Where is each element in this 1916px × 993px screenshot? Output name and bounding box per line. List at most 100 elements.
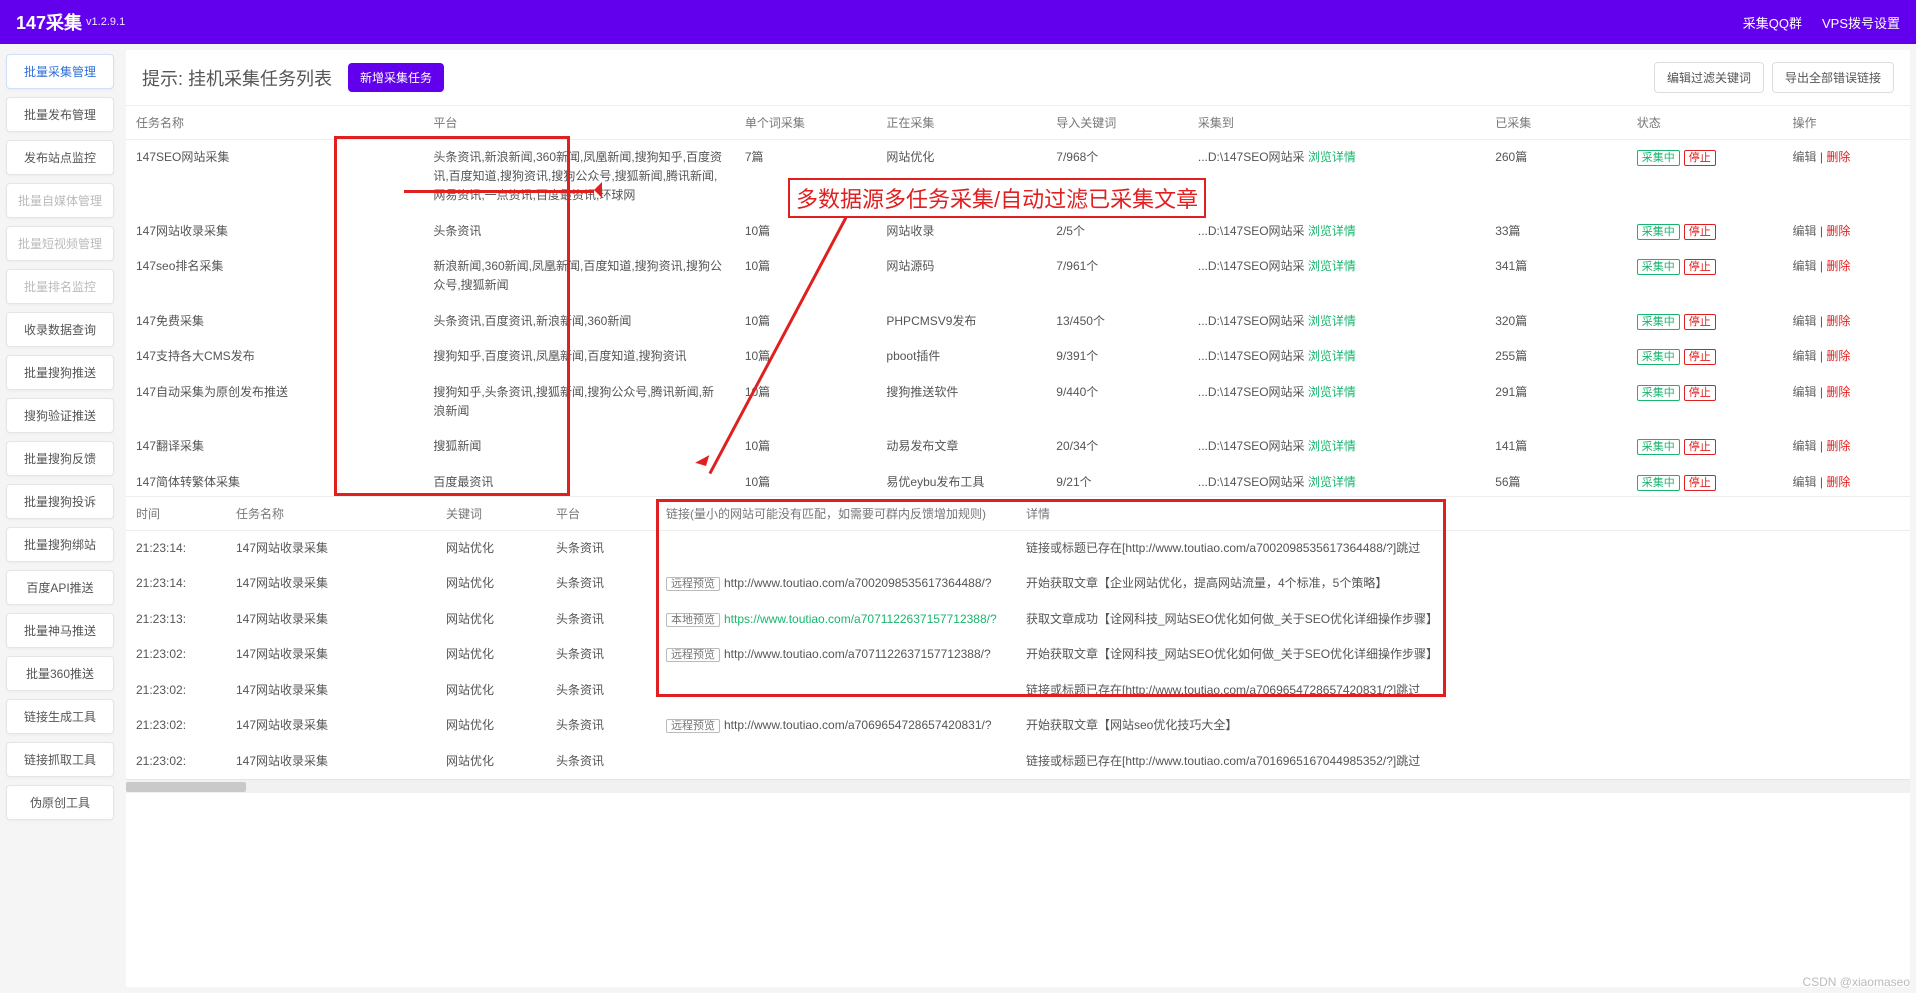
sidebar-item-4[interactable]: 批量短视频管理 [6, 226, 114, 261]
edit-link[interactable]: 编辑 [1793, 349, 1817, 363]
edit-link[interactable]: 编辑 [1793, 475, 1817, 489]
delete-link[interactable]: 删除 [1826, 475, 1850, 489]
sidebar-item-16[interactable]: 链接抓取工具 [6, 742, 114, 777]
cell-op: 编辑 | 删除 [1783, 339, 1911, 375]
sidebar-item-17[interactable]: 伪原创工具 [6, 785, 114, 820]
sidebar-item-5[interactable]: 批量排名监控 [6, 269, 114, 304]
stop-button[interactable]: 停止 [1684, 385, 1716, 401]
cell-done: 320篇 [1485, 304, 1627, 340]
sidebar-item-7[interactable]: 批量搜狗推送 [6, 355, 114, 390]
browse-detail-link[interactable]: 浏览详情 [1308, 439, 1356, 453]
sidebar-item-11[interactable]: 批量搜狗绑站 [6, 527, 114, 562]
preview-button[interactable]: 本地预览 [666, 613, 720, 627]
stop-button[interactable]: 停止 [1684, 224, 1716, 240]
export-error-links-button[interactable]: 导出全部错误链接 [1772, 62, 1894, 93]
preview-button[interactable]: 远程预览 [666, 719, 720, 733]
delete-link[interactable]: 删除 [1826, 224, 1850, 238]
edit-link[interactable]: 编辑 [1793, 259, 1817, 273]
cell-status: 采集中停止 [1627, 375, 1783, 429]
cell-done: 260篇 [1485, 140, 1627, 214]
cell-status: 采集中停止 [1627, 339, 1783, 375]
delete-link[interactable]: 删除 [1826, 349, 1850, 363]
panel-title: 提示: 挂机采集任务列表 [142, 65, 332, 91]
log-url[interactable]: http://www.toutiao.com/a7002098535617364… [724, 576, 992, 590]
log-url[interactable]: http://www.toutiao.com/a7069654728657420… [724, 718, 992, 732]
browse-detail-link[interactable]: 浏览详情 [1308, 475, 1356, 489]
cell-kw: 网站优化 [436, 602, 546, 638]
sidebar-item-1[interactable]: 批量发布管理 [6, 97, 114, 132]
edit-link[interactable]: 编辑 [1793, 439, 1817, 453]
cell-kw: 网站优化 [436, 708, 546, 744]
cell-platform: 新浪新闻,360新闻,凤凰新闻,百度知道,搜狗资讯,搜狗公众号,搜狐新闻 [423, 249, 734, 303]
edit-link[interactable]: 编辑 [1793, 314, 1817, 328]
stop-button[interactable]: 停止 [1684, 314, 1716, 330]
stop-button[interactable]: 停止 [1684, 150, 1716, 166]
top-link-qq[interactable]: 采集QQ群 [1743, 13, 1802, 32]
sidebar-item-14[interactable]: 批量360推送 [6, 656, 114, 691]
stop-button[interactable]: 停止 [1684, 439, 1716, 455]
edit-link[interactable]: 编辑 [1793, 224, 1817, 238]
edit-link[interactable]: 编辑 [1793, 385, 1817, 399]
browse-detail-link[interactable]: 浏览详情 [1308, 224, 1356, 238]
cell-to: ...D:\147SEO网站采 浏览详情 [1188, 304, 1485, 340]
log-url[interactable]: https://www.toutiao.com/a707112263715771… [724, 612, 997, 626]
cell-op: 编辑 | 删除 [1783, 465, 1911, 496]
delete-link[interactable]: 删除 [1826, 439, 1850, 453]
th-name: 任务名称 [126, 106, 423, 140]
edit-filter-keywords-button[interactable]: 编辑过滤关键词 [1654, 62, 1764, 93]
app-brand: 147采集 [16, 9, 82, 35]
cell-collecting: PHPCMSV9发布 [876, 304, 1046, 340]
preview-button[interactable]: 远程预览 [666, 577, 720, 591]
sidebar-item-6[interactable]: 收录数据查询 [6, 312, 114, 347]
sidebar-item-15[interactable]: 链接生成工具 [6, 699, 114, 734]
task-row: 147网站收录采集头条资讯10篇网站收录2/5个...D:\147SEO网站采 … [126, 214, 1910, 250]
browse-detail-link[interactable]: 浏览详情 [1308, 314, 1356, 328]
browse-detail-link[interactable]: 浏览详情 [1308, 385, 1356, 399]
task-row: 147简体转繁体采集百度最资讯10篇易优eybu发布工具9/21个...D:\1… [126, 465, 1910, 496]
cell-done: 33篇 [1485, 214, 1627, 250]
stop-button[interactable]: 停止 [1684, 349, 1716, 365]
log-row: 21:23:02:147网站收录采集网站优化头条资讯链接或标题已存在[http:… [126, 744, 1910, 779]
cell-collecting: 网站收录 [876, 214, 1046, 250]
cell-name: 147翻译采集 [126, 429, 423, 465]
log-table: 时间 任务名称 关键词 平台 链接(量小的网站可能没有匹配，如需要可群内反馈增加… [126, 497, 1910, 779]
cell-op: 编辑 | 删除 [1783, 429, 1911, 465]
sidebar-item-12[interactable]: 百度API推送 [6, 570, 114, 605]
cell-detail: 链接或标题已存在[http://www.toutiao.com/a7069654… [1016, 673, 1910, 708]
cell-single: 10篇 [735, 465, 877, 496]
cell-to: ...D:\147SEO网站采 浏览详情 [1188, 429, 1485, 465]
th-collecting: 正在采集 [876, 106, 1046, 140]
th-done: 已采集 [1485, 106, 1627, 140]
delete-link[interactable]: 删除 [1826, 259, 1850, 273]
cell-imported: 9/440个 [1046, 375, 1188, 429]
cell-plat: 头条资讯 [546, 708, 656, 744]
cell-single: 10篇 [735, 214, 877, 250]
stop-button[interactable]: 停止 [1684, 475, 1716, 491]
browse-detail-link[interactable]: 浏览详情 [1308, 349, 1356, 363]
delete-link[interactable]: 删除 [1826, 150, 1850, 164]
sidebar-item-2[interactable]: 发布站点监控 [6, 140, 114, 175]
cell-plat: 头条资讯 [546, 531, 656, 567]
cell-name: 147seo排名采集 [126, 249, 423, 303]
sidebar-item-10[interactable]: 批量搜狗投诉 [6, 484, 114, 519]
stop-button[interactable]: 停止 [1684, 259, 1716, 275]
sidebar-item-8[interactable]: 搜狗验证推送 [6, 398, 114, 433]
preview-button[interactable]: 远程预览 [666, 648, 720, 662]
delete-link[interactable]: 删除 [1826, 314, 1850, 328]
delete-link[interactable]: 删除 [1826, 385, 1850, 399]
sidebar: 批量采集管理批量发布管理发布站点监控批量自媒体管理批量短视频管理批量排名监控收录… [0, 44, 120, 993]
horizontal-scrollbar[interactable] [126, 779, 1910, 793]
sidebar-item-0[interactable]: 批量采集管理 [6, 54, 114, 89]
add-task-button[interactable]: 新增采集任务 [348, 63, 444, 92]
log-url[interactable]: http://www.toutiao.com/a7071122637157712… [724, 647, 991, 661]
cell-op: 编辑 | 删除 [1783, 375, 1911, 429]
cell-done: 291篇 [1485, 375, 1627, 429]
browse-detail-link[interactable]: 浏览详情 [1308, 259, 1356, 273]
sidebar-item-3[interactable]: 批量自媒体管理 [6, 183, 114, 218]
sidebar-item-13[interactable]: 批量神马推送 [6, 613, 114, 648]
top-link-vps[interactable]: VPS拨号设置 [1822, 13, 1900, 32]
cell-to: ...D:\147SEO网站采 浏览详情 [1188, 140, 1485, 214]
edit-link[interactable]: 编辑 [1793, 150, 1817, 164]
browse-detail-link[interactable]: 浏览详情 [1308, 150, 1356, 164]
sidebar-item-9[interactable]: 批量搜狗反馈 [6, 441, 114, 476]
